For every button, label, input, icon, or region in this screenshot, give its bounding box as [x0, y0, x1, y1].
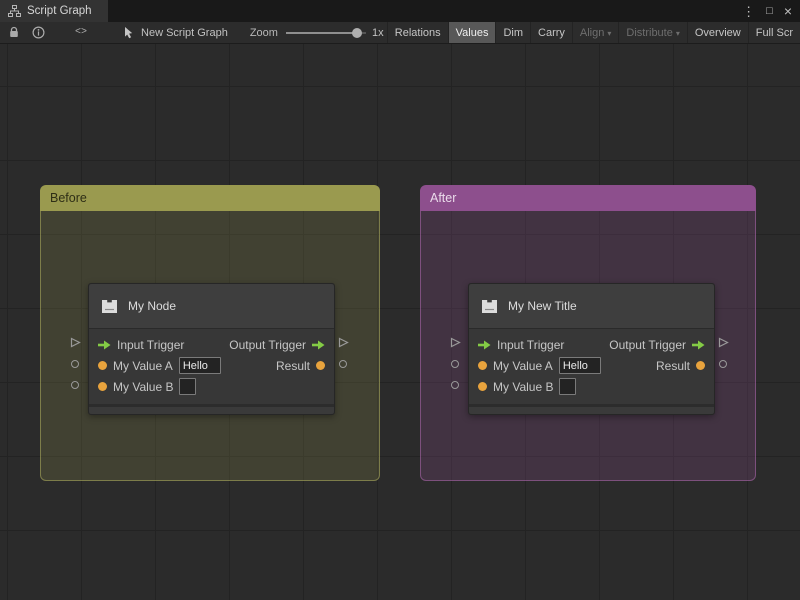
- values-button[interactable]: Values: [447, 22, 496, 43]
- group-header[interactable]: Before: [40, 185, 380, 211]
- output-trigger-port[interactable]: [312, 340, 325, 350]
- unit-icon: [480, 298, 499, 315]
- value-a-port[interactable]: [478, 361, 487, 370]
- external-value-port[interactable]: [339, 360, 347, 368]
- output-trigger-port[interactable]: [692, 340, 705, 350]
- external-trigger-port[interactable]: [338, 337, 349, 348]
- graph-canvas[interactable]: Before After My Node Input Trigger Outpu…: [0, 44, 800, 600]
- zoom-slider[interactable]: [285, 27, 366, 39]
- port-label: Input Trigger: [117, 337, 185, 352]
- value-a-field[interactable]: [558, 357, 601, 374]
- graph-pointer-icon: [123, 26, 135, 39]
- window-tab-bar: Script Graph ⋮ □ ×: [0, 0, 800, 22]
- port-label: Output Trigger: [609, 337, 686, 352]
- carry-button[interactable]: Carry: [530, 22, 572, 43]
- node-header[interactable]: My New Title: [469, 284, 714, 329]
- overview-button[interactable]: Overview: [686, 22, 748, 43]
- group-title: Before: [50, 191, 87, 205]
- kebab-menu-icon[interactable]: ⋮: [742, 5, 755, 18]
- unit-icon: [100, 298, 119, 315]
- value-b-port[interactable]: [98, 382, 107, 391]
- value-a-field[interactable]: [178, 357, 221, 374]
- external-value-port[interactable]: [451, 381, 459, 389]
- zoom-slider-knob[interactable]: [351, 27, 362, 38]
- graph-toolbar: <> New Script Graph Zoom 1x Relations Va…: [0, 22, 800, 44]
- script-graph-icon: [8, 5, 21, 17]
- port-row-value-a: My Value A Result: [469, 355, 714, 376]
- info-icon[interactable]: [32, 26, 45, 39]
- align-label: Align: [579, 26, 605, 39]
- node-header[interactable]: My Node: [89, 284, 334, 329]
- node-title: My New Title: [508, 299, 577, 313]
- port-label: Result: [275, 358, 310, 373]
- dim-button[interactable]: Dim: [495, 22, 530, 43]
- close-icon[interactable]: ×: [784, 4, 792, 18]
- chevron-down-icon: ▾: [607, 28, 612, 38]
- group-title: After: [430, 191, 457, 205]
- input-trigger-port[interactable]: [478, 340, 491, 350]
- result-port[interactable]: [316, 361, 325, 370]
- node-my-new-title[interactable]: My New Title Input Trigger Output Trigge…: [468, 283, 715, 415]
- zoom-label: Zoom: [249, 26, 278, 39]
- external-value-port[interactable]: [71, 360, 79, 368]
- node-footer: [469, 404, 714, 414]
- external-trigger-port[interactable]: [450, 337, 461, 348]
- port-row-trigger: Input Trigger Output Trigger: [89, 334, 334, 355]
- external-trigger-port[interactable]: [718, 337, 729, 348]
- group-header[interactable]: After: [420, 185, 756, 211]
- value-b-field[interactable]: [559, 378, 577, 395]
- port-label: Input Trigger: [497, 337, 565, 352]
- node-my-node[interactable]: My Node Input Trigger Output Trigger My …: [88, 283, 335, 415]
- node-body: Input Trigger Output Trigger My Value A …: [89, 329, 334, 404]
- tab-title: Script Graph: [27, 5, 92, 17]
- relations-button[interactable]: Relations: [386, 22, 448, 43]
- lock-icon[interactable]: [8, 26, 20, 39]
- port-row-value-a: My Value A Result: [89, 355, 334, 376]
- value-b-field[interactable]: [179, 378, 197, 395]
- port-row-value-b: My Value B: [469, 376, 714, 397]
- port-label: My Value A: [493, 358, 553, 373]
- input-trigger-port[interactable]: [98, 340, 111, 350]
- external-value-port[interactable]: [719, 360, 727, 368]
- port-row-value-b: My Value B: [89, 376, 334, 397]
- distribute-label: Distribute: [626, 26, 673, 39]
- port-label: Result: [655, 358, 690, 373]
- zoom-value: 1x: [371, 26, 384, 39]
- port-label: My Value B: [113, 379, 174, 394]
- fullscreen-button[interactable]: Full Scr: [747, 22, 800, 43]
- port-label: My Value A: [113, 358, 173, 373]
- node-title: My Node: [128, 299, 177, 313]
- align-dropdown[interactable]: Align ▾: [571, 22, 618, 43]
- value-a-port[interactable]: [98, 361, 107, 370]
- graph-breadcrumb[interactable]: New Script Graph: [123, 26, 228, 39]
- tab-script-graph[interactable]: Script Graph: [0, 0, 108, 22]
- distribute-dropdown[interactable]: Distribute ▾: [618, 22, 686, 43]
- code-view-icon[interactable]: <>: [75, 27, 87, 38]
- maximize-icon[interactable]: □: [766, 5, 773, 17]
- external-value-port[interactable]: [71, 381, 79, 389]
- node-footer: [89, 404, 334, 414]
- result-port[interactable]: [696, 361, 705, 370]
- port-label: Output Trigger: [229, 337, 306, 352]
- port-row-trigger: Input Trigger Output Trigger: [469, 334, 714, 355]
- graph-name-label: New Script Graph: [141, 26, 228, 39]
- node-body: Input Trigger Output Trigger My Value A …: [469, 329, 714, 404]
- external-value-port[interactable]: [451, 360, 459, 368]
- toolbar-button-group: Relations Values Dim Carry Align ▾ Distr…: [386, 22, 800, 43]
- value-b-port[interactable]: [478, 382, 487, 391]
- port-label: My Value B: [493, 379, 554, 394]
- chevron-down-icon: ▾: [675, 28, 680, 38]
- external-trigger-port[interactable]: [70, 337, 81, 348]
